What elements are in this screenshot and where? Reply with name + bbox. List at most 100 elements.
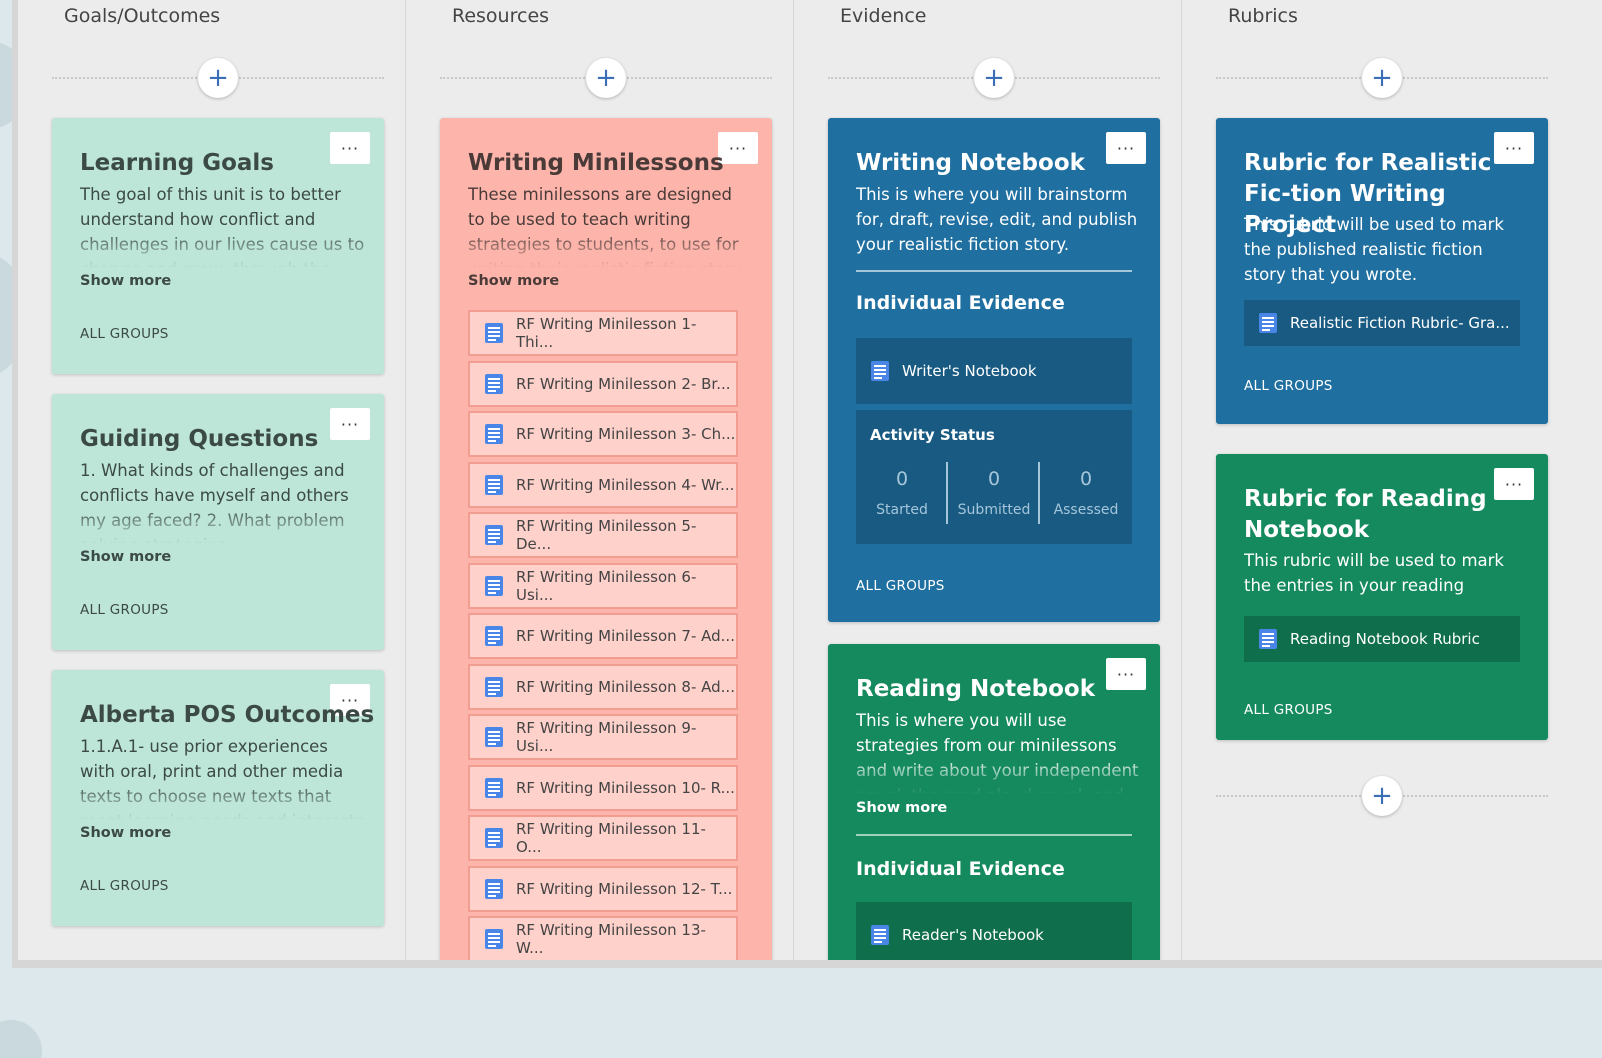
column-title: Rubrics — [1228, 5, 1298, 27]
resource-item-label: RF Writing Minilesson 10- R... — [516, 778, 735, 797]
card-menu-button[interactable]: ··· — [718, 132, 758, 164]
stat-number: 0 — [987, 468, 1001, 490]
card-menu-button[interactable]: ··· — [1494, 132, 1534, 164]
stat-label: Submitted — [957, 502, 1031, 518]
stat-assessed: 0 Assessed — [1040, 468, 1132, 518]
resource-item-label: RF Writing Minilesson 8- Ad... — [516, 677, 735, 696]
rubric-item-label: Realistic Fiction Rubric- Gra... — [1290, 314, 1510, 332]
stat-submitted: 0 Submitted — [948, 468, 1040, 518]
document-icon — [485, 373, 503, 394]
card-menu-button[interactable]: ··· — [1106, 658, 1146, 690]
resource-item[interactable]: RF Writing Minilesson 5- De... — [468, 512, 738, 558]
show-more-link[interactable]: Show more — [80, 273, 171, 289]
stat-label: Assessed — [1053, 502, 1119, 518]
document-icon — [485, 727, 503, 747]
goal-card[interactable]: ··· Learning Goals The goal of this unit… — [52, 118, 384, 374]
resource-item-label: RF Writing Minilesson 13- W... — [516, 921, 706, 957]
resource-item[interactable]: RF Writing Minilesson 4- Wr... — [468, 461, 738, 508]
groups-label: ALL GROUPS — [856, 578, 945, 594]
document-icon — [485, 878, 503, 899]
resource-item-label: RF Writing Minilesson 11- O... — [516, 820, 706, 856]
document-icon — [485, 575, 503, 596]
resource-item[interactable]: RF Writing Minilesson 1- Thi... — [468, 310, 738, 356]
stat-number: 0 — [895, 468, 909, 490]
add-goal-button[interactable]: + — [198, 58, 238, 98]
document-icon — [485, 676, 503, 697]
show-more-link[interactable]: Show more — [468, 273, 559, 289]
groups-label: ALL GROUPS — [1244, 702, 1333, 718]
resource-item-label: RF Writing Minilesson 5- De... — [516, 517, 697, 553]
add-rubric-button[interactable]: + — [1362, 776, 1402, 816]
resource-item[interactable]: RF Writing Minilesson 3- Ch... — [468, 411, 738, 457]
card-title: Guiding Questions — [80, 426, 319, 452]
groups-label: ALL GROUPS — [80, 602, 169, 618]
resource-item[interactable]: RF Writing Minilesson 8- Ad... — [468, 663, 738, 710]
document-icon — [485, 777, 503, 798]
resource-card[interactable]: ··· Writing Minilessons These minilesson… — [440, 118, 772, 960]
evidence-card[interactable]: ··· Writing Notebook This is where you w… — [828, 118, 1160, 622]
card-description: This rubric will be used to mark the pub… — [1244, 215, 1504, 284]
column-title: Goals/Outcomes — [64, 5, 221, 27]
card-description: This is where you will use strategies fr… — [856, 711, 1139, 794]
card-title: Learning Goals — [80, 150, 274, 176]
goal-card[interactable]: ··· Guiding Questions 1. What kinds of c… — [52, 394, 384, 650]
column-title: Resources — [452, 5, 550, 27]
rubric-item[interactable]: Reading Notebook Rubric — [1244, 616, 1520, 662]
rubric-item[interactable]: Realistic Fiction Rubric- Gra... — [1244, 300, 1520, 346]
card-title: Rubric for Reading Notebook — [1244, 486, 1487, 543]
column-rubrics: Rubrics + ··· Rubric for Realistic Fic-t… — [1182, 0, 1570, 960]
show-more-link[interactable]: Show more — [80, 825, 171, 841]
divider — [856, 834, 1132, 836]
card-menu-button[interactable]: ··· — [330, 132, 370, 164]
resource-item-label: RF Writing Minilesson 6- Usi... — [516, 567, 697, 604]
resource-item-label: RF Writing Minilesson 12- T... — [516, 879, 733, 898]
goal-card[interactable]: ··· Alberta POS Outcomes 1.1.A.1- use pr… — [52, 670, 384, 926]
add-rubric-button[interactable]: + — [1362, 58, 1402, 98]
activity-status-title: Activity Status — [870, 426, 995, 444]
section-title: Individual Evidence — [856, 858, 1065, 880]
resource-item[interactable]: RF Writing Minilesson 6- Usi... — [468, 562, 738, 609]
resource-item[interactable]: RF Writing Minilesson 9- Usi... — [468, 714, 738, 760]
rubric-item-label: Reading Notebook Rubric — [1290, 630, 1480, 648]
show-more-link[interactable]: Show more — [856, 800, 947, 816]
document-icon — [485, 828, 503, 848]
rubric-card[interactable]: ··· Rubric for Reading Notebook This rub… — [1216, 454, 1548, 740]
rubric-card[interactable]: ··· Rubric for Realistic Fic-tion Writin… — [1216, 118, 1548, 424]
document-icon — [871, 361, 889, 381]
card-menu-button[interactable]: ··· — [1494, 468, 1534, 500]
card-description: This rubric will be used to mark the ent… — [1244, 551, 1504, 602]
resource-item[interactable]: RF Writing Minilesson 11- O... — [468, 815, 738, 861]
resource-item-label: RF Writing Minilesson 3- Ch... — [516, 425, 736, 443]
resource-item[interactable]: RF Writing Minilesson 7- Ad... — [468, 613, 738, 659]
add-evidence-button[interactable]: + — [974, 58, 1014, 98]
show-more-link[interactable]: Show more — [80, 549, 171, 565]
add-row: + — [1216, 58, 1548, 98]
card-description: These minilessons are designed to be use… — [468, 185, 745, 268]
evidence-item-label: Reader's Notebook — [902, 926, 1044, 944]
card-menu-button[interactable]: ··· — [330, 408, 370, 440]
column-goals: Goals/Outcomes + ··· Learning Goals The … — [18, 0, 406, 960]
column-title: Evidence — [840, 5, 927, 27]
evidence-item[interactable]: Reader's Notebook — [856, 902, 1132, 960]
document-icon — [485, 424, 503, 444]
card-title: Alberta POS Outcomes — [80, 702, 375, 728]
background-decoration — [0, 1020, 42, 1058]
document-icon — [871, 925, 889, 945]
card-title: Reading Notebook — [856, 676, 1096, 702]
evidence-item[interactable]: Writer's Notebook — [856, 338, 1132, 404]
stat-number: 0 — [1079, 468, 1093, 490]
groups-label: ALL GROUPS — [80, 326, 169, 342]
evidence-card[interactable]: ··· Reading Notebook This is where you w… — [828, 644, 1160, 960]
card-description: This is where you will brainstorm for, d… — [856, 185, 1138, 254]
document-icon — [485, 525, 503, 545]
add-row: + — [52, 58, 384, 98]
resource-item[interactable]: RF Writing Minilesson 13- W... — [468, 916, 738, 960]
resource-item-label: RF Writing Minilesson 1- Thi... — [516, 315, 697, 351]
add-resource-button[interactable]: + — [586, 58, 626, 98]
resource-item[interactable]: RF Writing Minilesson 2- Br... — [468, 360, 738, 407]
card-description: 1.1.A.1- use prior experiences with oral… — [80, 737, 364, 820]
card-menu-button[interactable]: ··· — [1106, 132, 1146, 164]
resource-item-label: RF Writing Minilesson 2- Br... — [516, 374, 731, 393]
resource-item[interactable]: RF Writing Minilesson 12- T... — [468, 865, 738, 912]
resource-item[interactable]: RF Writing Minilesson 10- R... — [468, 764, 738, 811]
